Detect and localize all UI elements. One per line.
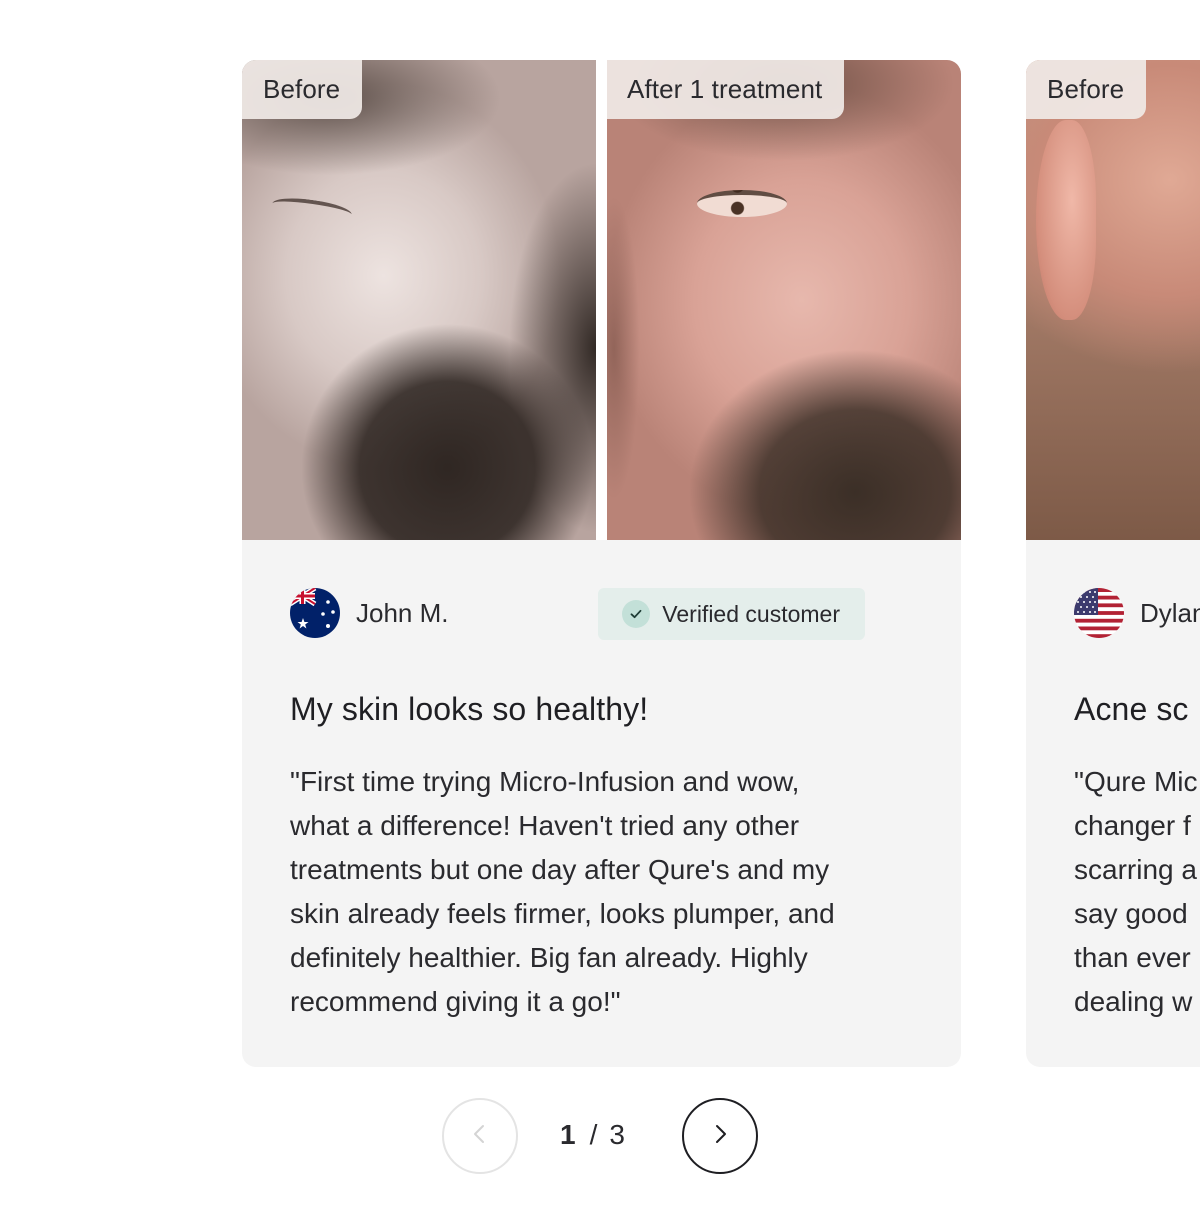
check-icon <box>622 600 651 628</box>
before-after-photos: Before <box>1026 60 1200 540</box>
after-photo: After 1 treatment <box>607 60 961 540</box>
page-indicator: 1 / 3 <box>560 1119 625 1151</box>
previous-button[interactable] <box>442 1098 518 1174</box>
reviewer-row: Dylan <box>1074 540 1200 690</box>
page-separator: / <box>589 1119 598 1150</box>
eye-detail <box>697 190 787 217</box>
review-title: My skin looks so healthy! <box>290 691 649 727</box>
chevron-right-icon <box>708 1122 732 1151</box>
reviewer-row: John M. Verified customer <box>290 540 913 690</box>
before-photo: Before <box>242 60 596 540</box>
review-text: "Qure Mic changer f scarring a say good … <box>1074 766 1198 1018</box>
eye-detail <box>271 194 353 224</box>
current-page: 1 <box>560 1119 576 1150</box>
australia-flag-icon <box>290 588 340 638</box>
review-title: Acne sc <box>1074 691 1189 727</box>
before-photo: Before <box>1026 60 1200 540</box>
reviewer-name: John M. <box>356 598 449 628</box>
review-text: "First time trying Micro-Infusion and wo… <box>290 766 835 1018</box>
next-button[interactable] <box>682 1098 758 1174</box>
usa-flag-icon <box>1074 588 1124 638</box>
ear-detail <box>1036 120 1096 320</box>
review-card: Before Dylan Acne sc "Qure Mic changer f… <box>1026 60 1200 1067</box>
before-badge: Before <box>242 60 363 119</box>
review-content: Dylan Acne sc "Qure Mic changer f scarri… <box>1026 540 1200 1024</box>
verified-label: Verified customer <box>662 600 840 627</box>
testimonial-carousel: Before After 1 treatment John M. Verifie… <box>0 0 1200 1208</box>
review-content: John M. Verified customer My skin looks … <box>242 540 961 1024</box>
before-badge: Before <box>1026 60 1147 119</box>
after-badge: After 1 treatment <box>607 60 845 119</box>
verified-badge: Verified customer <box>598 588 865 640</box>
chevron-left-icon <box>468 1122 492 1151</box>
reviewer-name: Dylan <box>1140 598 1200 628</box>
carousel-pager: 1 / 3 <box>442 1098 762 1178</box>
review-card: Before After 1 treatment John M. Verifie… <box>242 60 961 1067</box>
before-after-photos: Before After 1 treatment <box>242 60 961 540</box>
total-pages: 3 <box>609 1119 625 1150</box>
